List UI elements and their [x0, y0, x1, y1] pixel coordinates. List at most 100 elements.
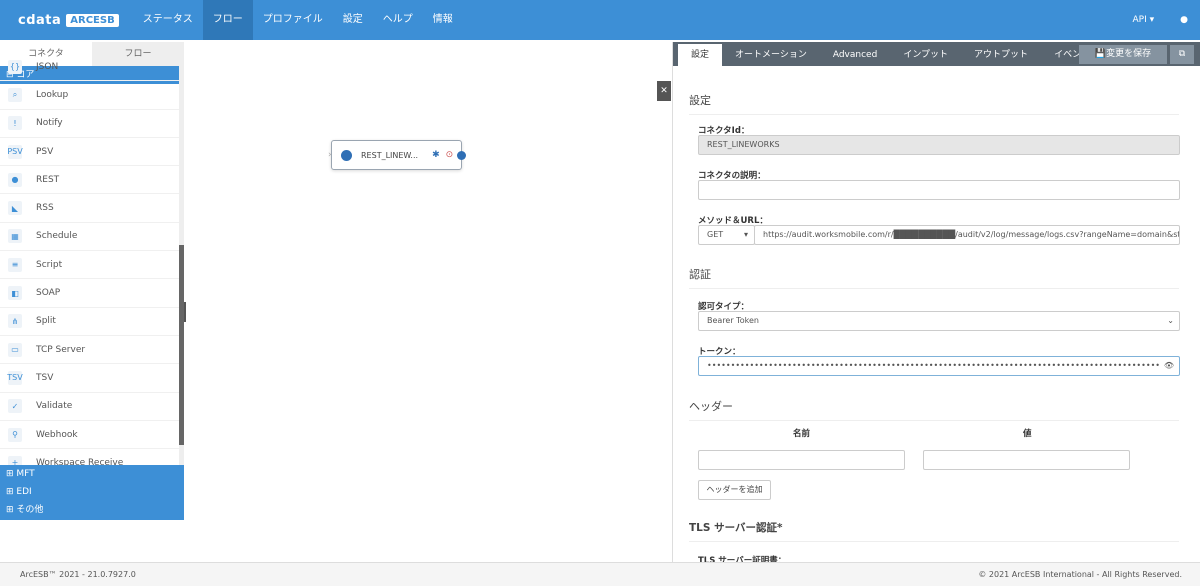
connector-item[interactable]: ◧ SOAP	[0, 279, 179, 308]
logo[interactable]: cdata ARCESB	[18, 13, 119, 28]
add-header-button[interactable]: ヘッダーを追加	[698, 480, 771, 500]
external-link-icon[interactable]: ⧉	[1170, 45, 1194, 64]
output-port-icon[interactable]	[457, 150, 466, 160]
header-name-input[interactable]	[698, 450, 905, 470]
chevron-down-icon: ⌄	[1167, 316, 1174, 325]
tab-advanced[interactable]: Advanced	[820, 44, 890, 66]
connector-label: PSV	[36, 146, 54, 157]
section-auth: 認証	[689, 266, 1179, 289]
gear-icon[interactable]: ✱	[432, 150, 440, 160]
api-menu[interactable]: API ▾	[1133, 15, 1155, 25]
main-nav: ステータス フロー プロファイル 設定 ヘルプ 情報	[133, 0, 463, 40]
tab-settings[interactable]: 設定	[678, 44, 723, 66]
tab-output[interactable]: アウトプット	[961, 44, 1041, 66]
connector-item[interactable]: ⚲ Webhook	[0, 421, 179, 450]
connector-item[interactable]: ⋔ Split	[0, 308, 179, 336]
scrollbar-thumb[interactable]	[179, 245, 184, 445]
connector-icon: PSV	[7, 144, 23, 159]
description-field[interactable]	[698, 180, 1180, 200]
header-value-input[interactable]	[923, 450, 1130, 470]
connector-item[interactable]: PSV PSV	[0, 138, 179, 167]
connector-item[interactable]: ◣ RSS	[0, 194, 179, 223]
connector-icon: ✓	[8, 399, 22, 414]
connector-item[interactable]: ▭ TCP Server	[0, 336, 179, 365]
nav-settings[interactable]: 設定	[333, 0, 373, 40]
nav-flow[interactable]: フロー	[202, 0, 253, 40]
nav-info[interactable]: 情報	[423, 0, 463, 40]
connector-item[interactable]: ≡ Script	[0, 251, 179, 280]
auth-type-value: Bearer Token	[707, 316, 759, 325]
connector-icon: ◧	[8, 286, 22, 301]
connector-icon: ◣	[8, 201, 22, 216]
version-text: ArcESB™ 2021 - 21.0.7927.0	[20, 570, 136, 579]
connector-item[interactable]: ▦ Schedule	[0, 223, 179, 252]
user-icon[interactable]: ●	[1180, 15, 1188, 25]
eye-icon[interactable]: 👁	[1164, 357, 1174, 375]
clock-icon[interactable]: ⊙	[446, 150, 454, 160]
connector-label: RSS	[36, 203, 54, 214]
connector-icon: ▭	[8, 342, 22, 357]
connector-item[interactable]: ✓ Validate	[0, 393, 179, 421]
connector-label: Workspace Receive	[36, 457, 124, 465]
connector-icon: ≡	[8, 257, 22, 272]
method-value: GET	[707, 230, 724, 239]
connector-label: Notify	[36, 118, 63, 129]
connector-item[interactable]: ⌕ Lookup	[0, 81, 179, 110]
header-value-column: 値	[1023, 429, 1032, 439]
connector-label: Schedule	[36, 231, 78, 242]
connector-item[interactable]: TSV TSV	[0, 364, 179, 393]
sidebar-groups: ⊞ MFT ⊞ EDI ⊞ その他	[0, 465, 184, 520]
rest-icon	[341, 149, 352, 161]
group-mft[interactable]: ⊞ MFT	[0, 465, 184, 483]
flow-canvas[interactable]	[186, 42, 670, 562]
section-tls: TLS サーバー認証*	[689, 520, 1179, 542]
url-field[interactable]: https://audit.worksmobile.com/r/████████…	[754, 225, 1180, 245]
connector-item[interactable]: ● REST	[0, 166, 179, 195]
flow-node[interactable]: › REST_LINEW... ✱ ⊙	[328, 140, 466, 170]
method-select[interactable]: GET ▾	[698, 225, 755, 245]
connector-label: Split	[36, 316, 56, 327]
connector-icon: {}	[8, 59, 22, 74]
node-label: REST_LINEW...	[361, 150, 419, 160]
close-panel-button[interactable]: ✕	[657, 81, 671, 101]
connector-icon: ●	[8, 172, 22, 187]
token-field[interactable]: ••••••••••••••••••••••••••••••••••••••••…	[698, 356, 1180, 376]
auth-type-select[interactable]: Bearer Token ⌄	[698, 311, 1180, 331]
connector-icon: ⋔	[8, 314, 22, 329]
nav-status[interactable]: ステータス	[133, 0, 203, 40]
connector-label: TSV	[36, 372, 54, 383]
settings-panel: 設定 オートメーション Advanced インプット アウトプット イベント 💾…	[672, 42, 1200, 566]
connector-icon: TSV	[7, 370, 23, 385]
connector-icon: ⌕	[8, 87, 22, 102]
nav-profile[interactable]: プロファイル	[253, 0, 333, 40]
connector-label: REST	[36, 174, 60, 185]
connector-list: {} JSON ⌕ Lookup! Notify PSV PSV ● REST ◣ RSS ▦ Sche…	[0, 53, 179, 465]
tab-input[interactable]: インプット	[890, 44, 961, 66]
group-edi[interactable]: ⊞ EDI	[0, 483, 184, 501]
section-settings: 設定	[689, 92, 1179, 115]
group-other[interactable]: ⊞ その他	[0, 501, 184, 519]
connector-item[interactable]: {} JSON	[0, 53, 179, 82]
section-headers: ヘッダー	[689, 398, 1179, 421]
connector-item[interactable]: ! Notify	[0, 110, 179, 138]
nav-help[interactable]: ヘルプ	[373, 0, 423, 40]
connector-icon: ▦	[8, 229, 22, 244]
copyright-text: © 2021 ArcESB International - All Rights…	[978, 570, 1182, 579]
header-name-column: 名前	[793, 429, 811, 439]
connector-label: Webhook	[36, 429, 78, 440]
footer: ArcESB™ 2021 - 21.0.7927.0 © 2021 ArcESB…	[0, 562, 1200, 586]
connector-label: Validate	[36, 401, 73, 412]
connector-label: Lookup	[36, 89, 69, 100]
top-header: cdata ARCESB ステータス フロー プロファイル 設定 ヘルプ 情報 A…	[0, 0, 1200, 40]
connector-label: JSON	[36, 61, 59, 72]
connector-item[interactable]: + Workspace Receive	[0, 449, 179, 465]
tab-automation[interactable]: オートメーション	[722, 44, 820, 66]
product-name: ARCESB	[66, 13, 119, 27]
input-port-icon[interactable]: ›	[328, 150, 332, 160]
caret-down-icon: ▾	[743, 230, 748, 239]
save-changes-button[interactable]: 💾変更を保存	[1079, 45, 1167, 64]
connector-icon: !	[8, 116, 22, 131]
connector-label: SOAP	[36, 288, 61, 299]
connector-label: Script	[36, 259, 63, 270]
token-value: ••••••••••••••••••••••••••••••••••••••••…	[707, 361, 1159, 370]
